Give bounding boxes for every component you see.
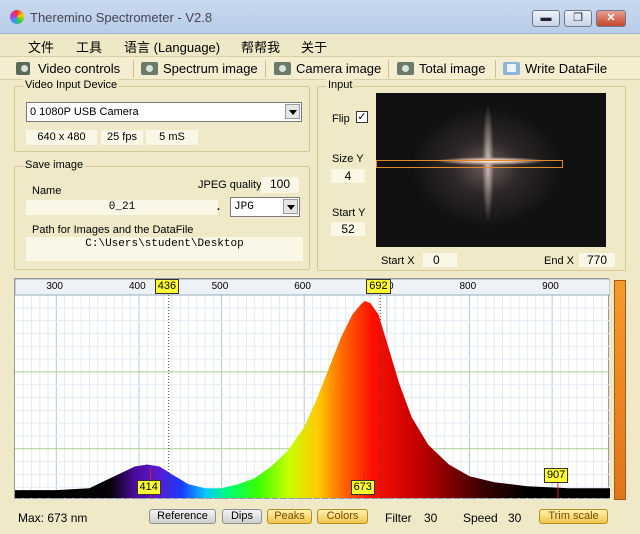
menu-language[interactable]: 语言 (Language) [124, 37, 220, 56]
window-title: Theremino Spectrometer - V2.8 [30, 10, 213, 25]
filter-label: Filter [385, 511, 412, 525]
marker-label-left[interactable]: 436 [154, 279, 180, 294]
path-label: Path for Images and the DataFile [32, 224, 194, 236]
tick-label: 600 [294, 281, 311, 292]
end-x-input[interactable]: 770 [579, 253, 615, 267]
dips-button[interactable]: Dips [222, 509, 262, 524]
toolbar-separator [388, 60, 389, 78]
spectrum-chart [14, 278, 611, 501]
chevron-down-icon[interactable] [283, 199, 298, 214]
save-image-group: Save image Name JPEG quality 100 0_21 . … [14, 159, 310, 270]
menu-file[interactable]: 文件 [28, 37, 54, 56]
app-logo-icon [10, 10, 24, 24]
chevron-down-icon[interactable] [285, 104, 300, 119]
write-datafile-label: Write DataFile [525, 61, 608, 76]
tick-label: 400 [128, 281, 146, 292]
input-group-label: Input [326, 79, 355, 91]
size-y-label: Size Y [332, 153, 364, 165]
camera-icon [397, 62, 414, 75]
max-wavelength-readout: Max: 673 nm [18, 511, 88, 525]
title-bar: Theremino Spectrometer - V2.8 ▬ ❐ ✕ [0, 0, 640, 34]
minimize-button[interactable]: ▬ [532, 10, 560, 27]
save-image-group-label: Save image [23, 159, 86, 171]
trim-scale-button[interactable]: Trim scale [539, 509, 608, 524]
camera-image-label: Camera image [296, 61, 382, 76]
speed-value[interactable]: 30 [508, 511, 521, 525]
start-x-input[interactable]: 0 [423, 253, 457, 267]
video-device-value: 0 1080P USB Camera [30, 106, 139, 118]
jpeg-quality-input[interactable]: 100 [261, 177, 299, 193]
camera-preview[interactable] [376, 93, 606, 247]
name-label: Name [32, 185, 62, 197]
peak-label: 673 [350, 480, 375, 495]
flip-checkbox[interactable]: ✓ [356, 111, 368, 123]
exposure-value: 5 mS [146, 130, 198, 145]
start-y-input[interactable]: 52 [331, 222, 365, 236]
spectrum-image-label: Spectrum image [163, 61, 258, 76]
close-button[interactable]: ✕ [596, 10, 626, 27]
jpeg-quality-label: JPEG quality [198, 179, 262, 191]
video-controls-label: Video controls [38, 61, 121, 76]
menu-about[interactable]: 关于 [301, 37, 327, 56]
tick-label: 300 [46, 281, 63, 292]
resolution-value: 640 x 480 [26, 130, 97, 145]
image-format-select[interactable]: JPG [230, 197, 300, 217]
peak-label: 907 [543, 468, 569, 483]
level-bar[interactable] [614, 280, 626, 500]
capture-region-box[interactable] [376, 160, 563, 168]
fps-value: 25 fps [101, 130, 143, 145]
toolbar-separator [265, 60, 266, 78]
start-y-label: Start Y [332, 207, 366, 219]
video-icon [16, 62, 30, 75]
toolbar-separator [495, 60, 496, 78]
flip-label: Flip [332, 113, 350, 125]
total-image-label: Total image [419, 61, 486, 76]
colors-button[interactable]: Colors [317, 509, 368, 524]
video-device-select[interactable]: 0 1080P USB Camera [26, 102, 302, 122]
filter-value[interactable]: 30 [424, 511, 437, 525]
name-input[interactable]: 0_21 [26, 200, 218, 215]
peak-label: 414 [136, 480, 161, 495]
video-input-group-label: Video Input Device [23, 79, 120, 91]
tick-label: 900 [542, 281, 559, 292]
reference-button[interactable]: Reference [149, 509, 216, 524]
end-x-label: End X [544, 255, 574, 267]
camera-icon [141, 62, 158, 75]
menu-bar: 文件 工具 语言 (Language) 帮帮我 关于 [0, 34, 640, 56]
toolbar: Video controls Spectrum image Camera ima… [0, 56, 640, 80]
maximize-button[interactable]: ❐ [564, 10, 592, 27]
start-x-label: Start X [381, 255, 415, 267]
menu-help[interactable]: 帮帮我 [241, 37, 280, 56]
wavelength-axis: 300400500600700800900 [14, 279, 609, 295]
extension-dot: . [217, 201, 221, 213]
video-input-group: Video Input Device 0 1080P USB Camera 64… [14, 79, 310, 152]
write-datafile-button[interactable]: Write DataFile [503, 59, 607, 79]
camera-image-button[interactable]: Camera image [274, 59, 381, 79]
spectrum-graph[interactable] [14, 278, 611, 501]
camera-icon [274, 62, 291, 75]
marker-label-right[interactable]: 692 [366, 279, 391, 294]
spectrum-image-button[interactable]: Spectrum image [141, 59, 258, 79]
image-format-value: JPG [234, 201, 254, 213]
menu-tools[interactable]: 工具 [76, 37, 102, 56]
speed-label: Speed [463, 511, 498, 525]
total-image-button[interactable]: Total image [397, 59, 485, 79]
video-controls-button[interactable]: Video controls [16, 59, 120, 79]
path-input[interactable]: C:\Users\student\Desktop [26, 237, 303, 261]
tick-label: 800 [459, 281, 477, 292]
size-y-input[interactable]: 4 [331, 169, 365, 183]
tick-label: 500 [211, 281, 229, 292]
peaks-button[interactable]: Peaks [267, 509, 312, 524]
file-icon [503, 62, 520, 75]
toolbar-separator [133, 60, 134, 78]
